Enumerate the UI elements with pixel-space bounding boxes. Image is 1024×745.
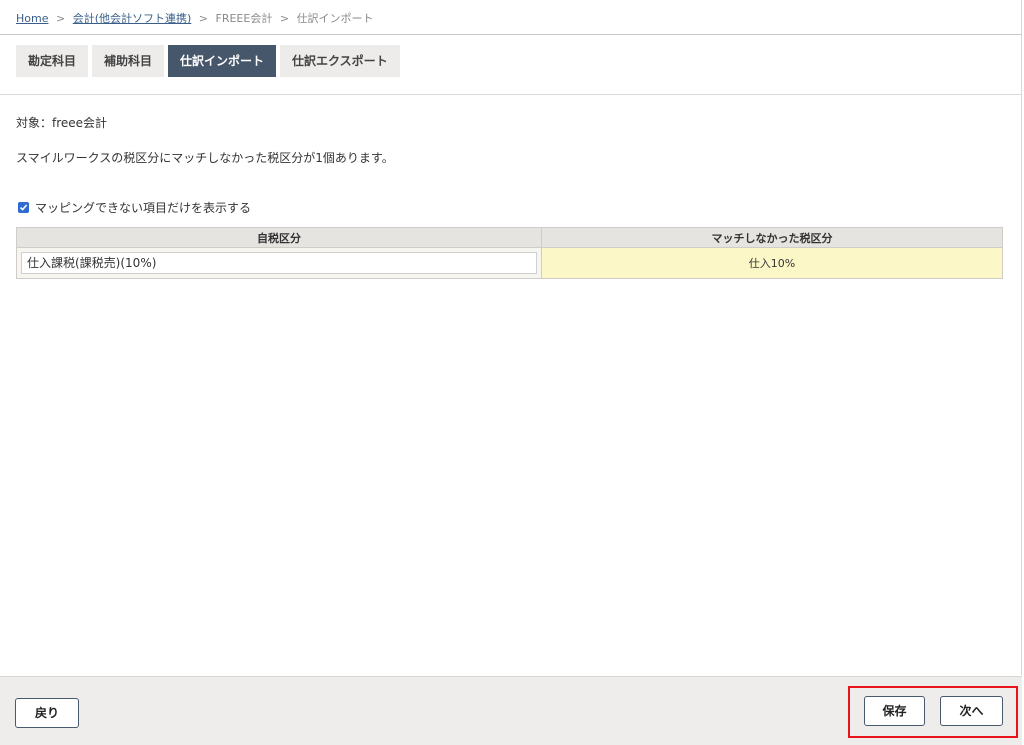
tabs-divider	[0, 94, 1022, 95]
mismatch-message: スマイルワークスの税区分にマッチしなかった税区分が1個あります。	[16, 151, 394, 165]
breadcrumb-software: FREEE会計	[215, 12, 273, 25]
breadcrumb-current: 仕訳インポート	[296, 12, 374, 25]
unmatched-tax-cell: 仕入10%	[541, 247, 1003, 279]
unmapped-only-filter: マッピングできない項目だけを表示する	[18, 199, 251, 216]
column-header-own-tax: 自税区分	[16, 227, 542, 248]
target-label: 対象：freee会計	[16, 116, 108, 130]
tab-journal-import[interactable]: 仕訳インポート	[168, 45, 277, 77]
unmapped-only-checkbox[interactable]	[18, 202, 29, 213]
tab-bar: 勘定科目 補助科目 仕訳インポート 仕訳エクスポート	[16, 45, 400, 77]
header-divider	[0, 34, 1022, 35]
breadcrumb-separator: >	[55, 12, 66, 25]
breadcrumb-separator: >	[279, 12, 290, 25]
checkmark-icon	[19, 204, 28, 211]
tax-mapping-table: 自税区分 マッチしなかった税区分 仕入課税(課税売)(10%) 仕入10%	[16, 227, 1003, 279]
tab-sub-account-items[interactable]: 補助科目	[92, 45, 165, 77]
footer-bar: 戻り 保存 次へ	[0, 676, 1022, 745]
tab-journal-export[interactable]: 仕訳エクスポート	[280, 45, 400, 77]
table-row: 仕入課税(課税売)(10%) 仕入10%	[16, 247, 1003, 279]
breadcrumb-separator: >	[198, 12, 209, 25]
frame-border	[1021, 0, 1022, 675]
tab-account-items[interactable]: 勘定科目	[16, 45, 89, 77]
save-button[interactable]: 保存	[864, 696, 925, 726]
unmapped-only-label[interactable]: マッピングできない項目だけを表示する	[35, 199, 251, 216]
breadcrumb: Home > 会計(他会計ソフト連携) > FREEE会計 > 仕訳インポート	[16, 10, 374, 26]
breadcrumb-accounting-link[interactable]: 会計(他会計ソフト連携)	[73, 12, 192, 25]
page: Home > 会計(他会計ソフト連携) > FREEE会計 > 仕訳インポート …	[0, 0, 1024, 745]
own-tax-cell: 仕入課税(課税売)(10%)	[16, 247, 542, 279]
back-button[interactable]: 戻り	[15, 698, 79, 728]
table-header-row: 自税区分 マッチしなかった税区分	[16, 227, 1003, 248]
next-button[interactable]: 次へ	[940, 696, 1003, 726]
own-tax-select[interactable]: 仕入課税(課税売)(10%)	[21, 252, 537, 274]
column-header-unmatched-tax: マッチしなかった税区分	[541, 227, 1003, 248]
breadcrumb-home-link[interactable]: Home	[16, 12, 48, 25]
